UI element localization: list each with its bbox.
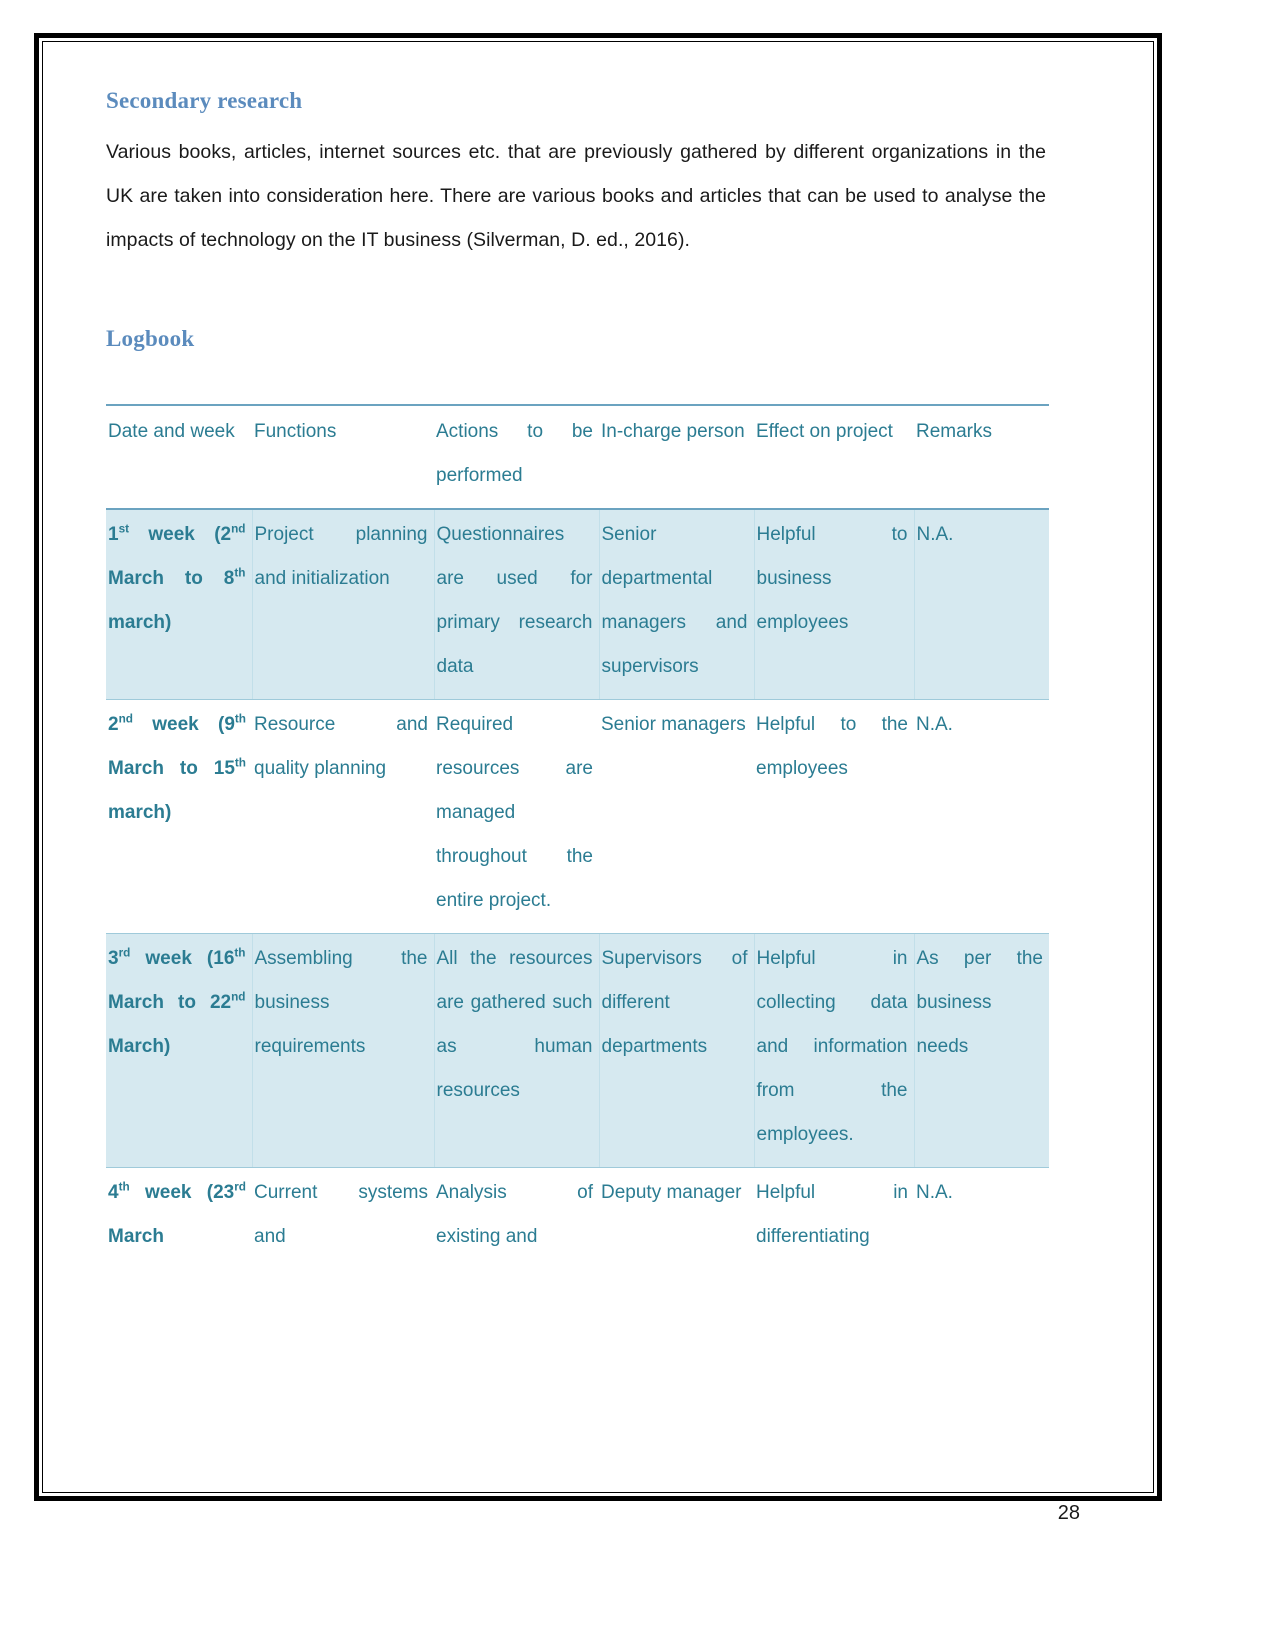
secondary-research-paragraph: Various books, articles, internet source…	[106, 141, 1046, 251]
logbook-table: Date and week Functions Actions to be pe…	[106, 404, 1049, 1269]
logbook-table-wrapper: Date and week Functions Actions to be pe…	[106, 404, 1049, 1269]
table-row: 1st week (2nd March to 8th march) Project…	[106, 508, 1049, 700]
table-body: 1st week (2nd March to 8th march) Project…	[106, 508, 1049, 1269]
cell-date-and-week: 4th week (23rd March	[106, 1167, 252, 1269]
cell-actions: Analysis of existing and	[434, 1167, 599, 1269]
column-header-actions: Actions to be performed	[434, 404, 599, 510]
table-row: 3rd week (16th March to 22nd March) Assem…	[106, 933, 1049, 1168]
cell-incharge-person: Deputy manager	[599, 1167, 754, 1269]
cell-functions: Current systems and	[252, 1167, 434, 1269]
cell-functions: Project planning and initialization	[251, 508, 434, 700]
table-header-row: Date and week Functions Actions to be pe…	[106, 404, 1049, 510]
cell-remarks: N.A.	[914, 699, 1049, 934]
cell-effect-on-project: Helpful to the employees	[754, 699, 914, 934]
cell-date-and-week: 2nd week (9th March to 15th march)	[106, 699, 252, 934]
cell-date-and-week: 3rd week (16th March to 22nd March)	[106, 933, 252, 1168]
cell-date-and-week: 1st week (2nd March to 8th march)	[106, 508, 252, 700]
cell-effect-on-project: Helpful in collecting data and informati…	[753, 933, 914, 1168]
column-header-effect-on-project: Effect on project	[754, 404, 914, 510]
page-number: 28	[1057, 1502, 1080, 1524]
heading-secondary-research: Secondary research	[106, 88, 303, 113]
cell-incharge-person: Senior departmental managers and supervi…	[598, 508, 754, 700]
column-header-functions: Functions	[252, 404, 434, 510]
column-header-incharge-person: In-charge person	[599, 404, 754, 510]
column-header-date-and-week: Date and week	[106, 404, 252, 510]
cell-remarks: N.A.	[914, 1167, 1049, 1269]
cell-effect-on-project: Helpful in differentiating	[754, 1167, 914, 1269]
cell-effect-on-project: Helpful to business employees	[753, 508, 914, 700]
cell-remarks: As per the business needs	[913, 933, 1049, 1168]
cell-functions: Resource and quality planning	[252, 699, 434, 934]
column-header-remarks: Remarks	[914, 404, 1049, 510]
table-row: 2nd week (9th March to 15th march) Resour…	[106, 699, 1049, 934]
cell-remarks: N.A.	[913, 508, 1049, 700]
cell-functions: Assembling the business requirements	[251, 933, 434, 1168]
document-content: Secondary research Various books, articl…	[106, 88, 1049, 1269]
cell-actions: Required resources are managed throughou…	[434, 699, 599, 934]
table-row: 4th week (23rd March Current systems and A…	[106, 1167, 1049, 1269]
cell-actions: Questionnaires are used for primary rese…	[433, 508, 599, 700]
cell-incharge-person: Senior managers	[599, 699, 754, 934]
cell-actions: All the resources are gathered such as h…	[433, 933, 599, 1168]
heading-logbook: Logbook	[106, 326, 195, 351]
cell-incharge-person: Supervisors of different departments	[598, 933, 754, 1168]
